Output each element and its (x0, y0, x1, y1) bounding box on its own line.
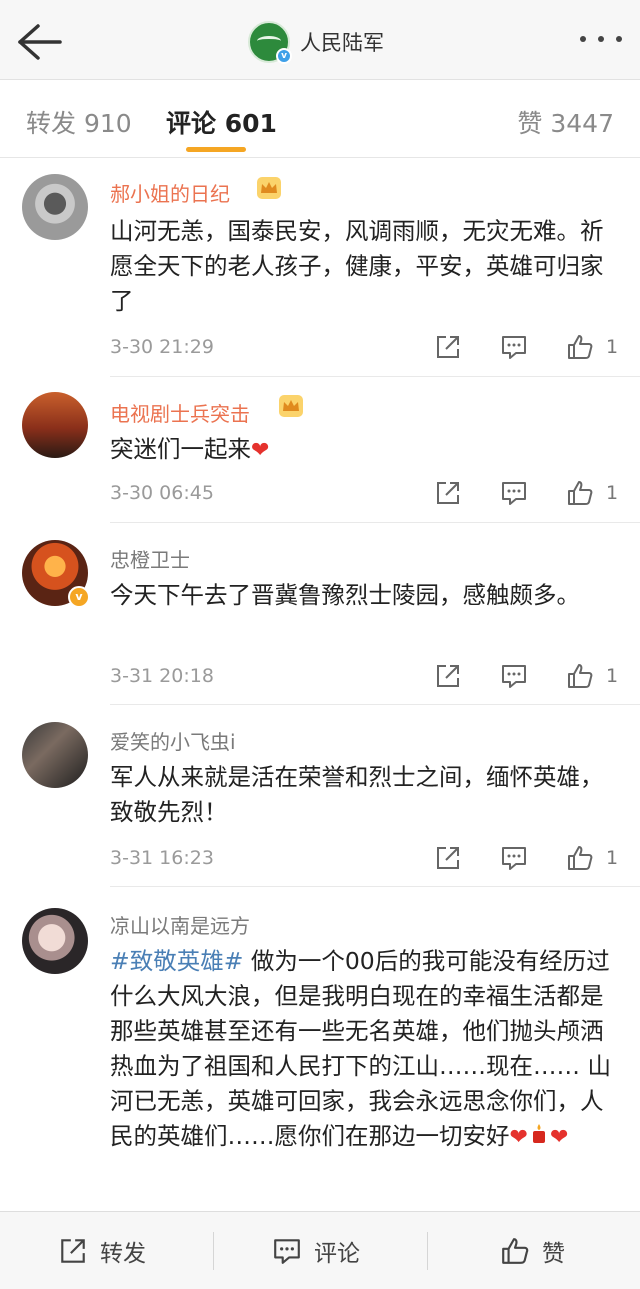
comment-username[interactable]: 电视剧士兵突击 (110, 398, 250, 427)
comment-text: 今天下午去了晋冀鲁豫烈士陵园，感触颇多。 (110, 581, 580, 609)
comment-date: 3-31 20:18 (110, 665, 214, 687)
active-tab-indicator (186, 147, 246, 152)
candle-emoji-icon (532, 1124, 545, 1143)
like-label: 赞 (542, 1241, 565, 1267)
divider (110, 522, 640, 523)
separator (427, 1232, 428, 1270)
verified-badge-icon: v (68, 586, 90, 608)
verified-badge-icon: v (276, 48, 292, 64)
like-count: 1 (606, 482, 619, 504)
divider (110, 704, 640, 705)
tab-bar: 转发 910 评论 601 赞 3447 (0, 80, 640, 158)
dot (580, 36, 586, 42)
comment-button[interactable]: 评论 (272, 1234, 360, 1268)
thumbs-up-icon[interactable] (566, 662, 594, 690)
avatar[interactable] (22, 722, 88, 788)
bottom-action-bar: 转发 评论 赞 (0, 1211, 640, 1289)
comment-text: #致敬英雄# 做为一个00后的我可能没有经历过什么大风大浪，但是我明白现在的幸福… (110, 944, 620, 1155)
tab-comment[interactable]: 评论 601 (166, 104, 277, 140)
comment-label: 评论 (314, 1241, 360, 1267)
avatar[interactable] (22, 908, 88, 974)
heart-emoji-icon: ❤ (509, 1125, 528, 1150)
like-count: 1 (606, 665, 619, 687)
thumbs-up-icon (502, 1238, 529, 1264)
share-icon[interactable] (434, 662, 462, 690)
divider (110, 376, 640, 377)
like-button[interactable]: 赞 (500, 1234, 565, 1268)
like-count: 1 (606, 847, 619, 869)
thumbs-up-icon[interactable] (566, 333, 594, 361)
comment-date: 3-30 06:45 (110, 482, 214, 504)
avatar[interactable] (22, 392, 88, 458)
comment-date: 3-30 21:29 (110, 336, 214, 358)
account-header[interactable]: v 人民陆军 (248, 20, 384, 64)
comment-text: 山河无恙，国泰民安，风调雨顺，无灾无难。祈愿全天下的老人孩子，健康，平安，英雄可… (110, 217, 604, 315)
heart-emoji-icon: ❤ (549, 1125, 569, 1150)
share-icon (61, 1239, 85, 1263)
comment-text-body: 突迷们一起来 (110, 435, 251, 463)
reply-icon[interactable] (500, 662, 528, 690)
crown-icon (257, 177, 281, 199)
comment-text-body: 做为一个00后的我可能没有经历过什么大风大浪，但是我明白现在的幸福生活都是那些英… (110, 947, 611, 1150)
more-dots-icon[interactable] (580, 36, 622, 46)
account-name[interactable]: 人民陆军 (300, 27, 384, 57)
comment-list: 郝小姐的日纪 山河无恙，国泰民安，风调雨顺，无灾无难。祈愿全天下的老人孩子，健康… (0, 158, 640, 1211)
comment-text: 军人从来就是活在荣誉和烈士之间，缅怀英雄，致敬先烈！ (110, 763, 604, 826)
comment-username[interactable]: 郝小姐的日纪 (110, 178, 230, 207)
comment-username[interactable]: 忠橙卫士 (110, 544, 190, 573)
comment-username[interactable]: 凉山以南是远方 (110, 910, 250, 939)
topic-hashtag-link[interactable]: #致敬英雄# (110, 947, 243, 975)
heart-emoji-icon: ❤ (251, 438, 270, 463)
share-icon[interactable] (434, 333, 462, 361)
dot (598, 36, 604, 42)
repost-label: 转发 (100, 1241, 146, 1267)
tab-repost[interactable]: 转发 910 (26, 104, 132, 140)
reply-icon (274, 1239, 300, 1264)
repost-button[interactable]: 转发 (58, 1234, 146, 1268)
comment-text: 突迷们一起来❤ (110, 432, 620, 468)
thumbs-up-icon[interactable] (566, 479, 594, 507)
top-nav-bar: v 人民陆军 (0, 0, 640, 80)
reply-icon[interactable] (500, 479, 528, 507)
reply-icon[interactable] (500, 844, 528, 872)
reply-icon[interactable] (500, 333, 528, 361)
crown-icon (279, 395, 303, 417)
back-arrow-icon[interactable] (16, 22, 62, 62)
divider (110, 886, 640, 887)
dot (616, 36, 622, 42)
tab-like[interactable]: 赞 3447 (517, 104, 614, 140)
like-count: 1 (606, 336, 619, 358)
comment-username[interactable]: 爱笑的小飞虫i (110, 726, 236, 755)
avatar[interactable] (22, 174, 88, 240)
separator (213, 1232, 214, 1270)
comment-date: 3-31 16:23 (110, 847, 214, 869)
logo-mark (257, 36, 281, 46)
thumbs-up-icon[interactable] (566, 844, 594, 872)
share-icon[interactable] (434, 844, 462, 872)
account-avatar[interactable]: v (248, 21, 292, 64)
share-icon[interactable] (434, 479, 462, 507)
